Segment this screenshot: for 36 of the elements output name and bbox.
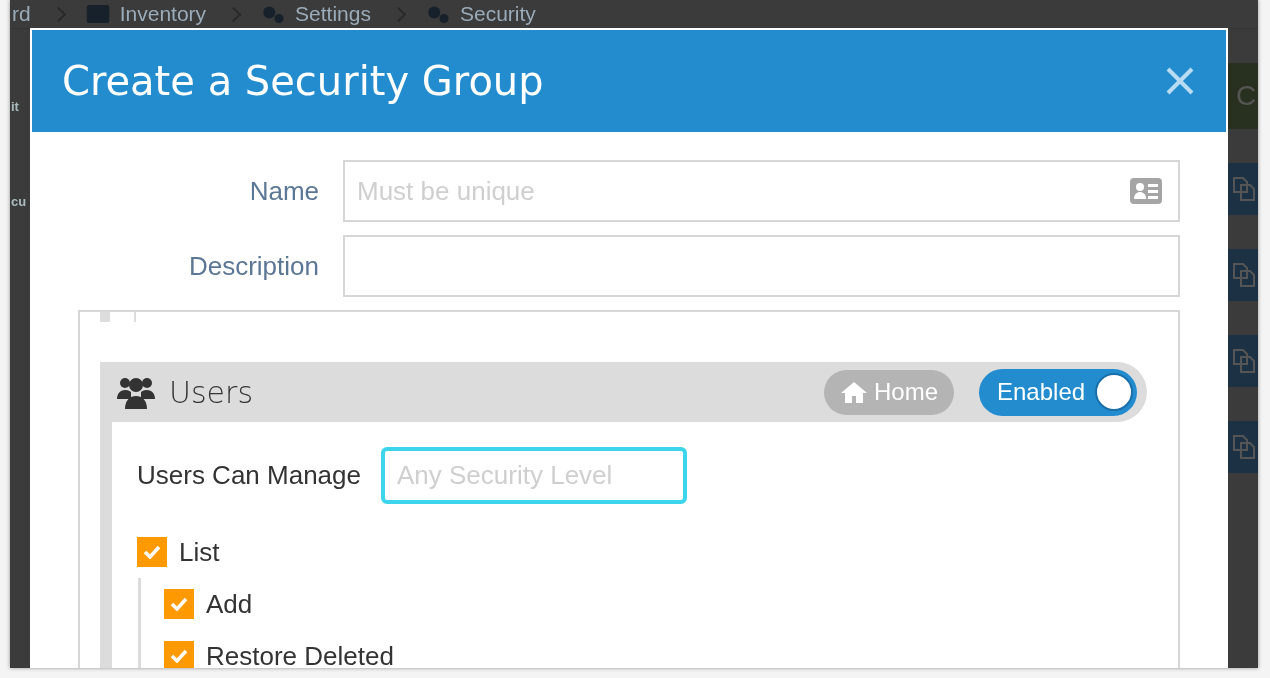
checkbox-label: Restore Deleted: [206, 640, 394, 668]
breadcrumb-item[interactable]: Security: [459, 2, 536, 26]
checkbox-label: List: [179, 536, 220, 568]
checkbox[interactable]: [164, 641, 194, 668]
copy-icon: [1232, 434, 1256, 460]
page-text: cu: [11, 194, 27, 209]
copy-icon: [1232, 348, 1256, 374]
copy-icon: [1232, 176, 1256, 202]
breadcrumb-item[interactable]: Settings: [295, 2, 371, 26]
breadcrumb-item[interactable]: Inventory: [119, 2, 207, 26]
id-card-icon: [1130, 178, 1162, 204]
section-title: Users: [169, 374, 254, 410]
field-label: Users Can Manage: [137, 460, 361, 491]
modal-title: Create a Security Group: [62, 58, 544, 104]
checkbox-label: Add: [206, 588, 253, 620]
copy-icon: [1232, 262, 1256, 288]
close-button[interactable]: [1164, 65, 1196, 97]
copy-button[interactable]: [1228, 421, 1258, 473]
toggle-switch[interactable]: Enabled: [979, 368, 1137, 416]
users-icon: [117, 375, 155, 409]
breadcrumb-item[interactable]: rd: [12, 2, 31, 26]
field-label: Name: [248, 175, 319, 207]
copy-button[interactable]: [1228, 249, 1258, 301]
home-icon: [839, 381, 868, 403]
copy-button[interactable]: [1228, 335, 1258, 387]
box-icon: [85, 5, 110, 23]
close-icon: [1165, 66, 1195, 96]
check-icon: [170, 649, 188, 663]
field-label: Description: [187, 250, 319, 282]
input-box[interactable]: [343, 235, 1180, 297]
checkbox[interactable]: [137, 537, 167, 567]
copy-button[interactable]: [1228, 163, 1258, 215]
check-icon: [143, 545, 161, 559]
page-text: it: [11, 99, 19, 114]
check-icon: [170, 597, 188, 611]
checkbox[interactable]: [164, 589, 194, 619]
